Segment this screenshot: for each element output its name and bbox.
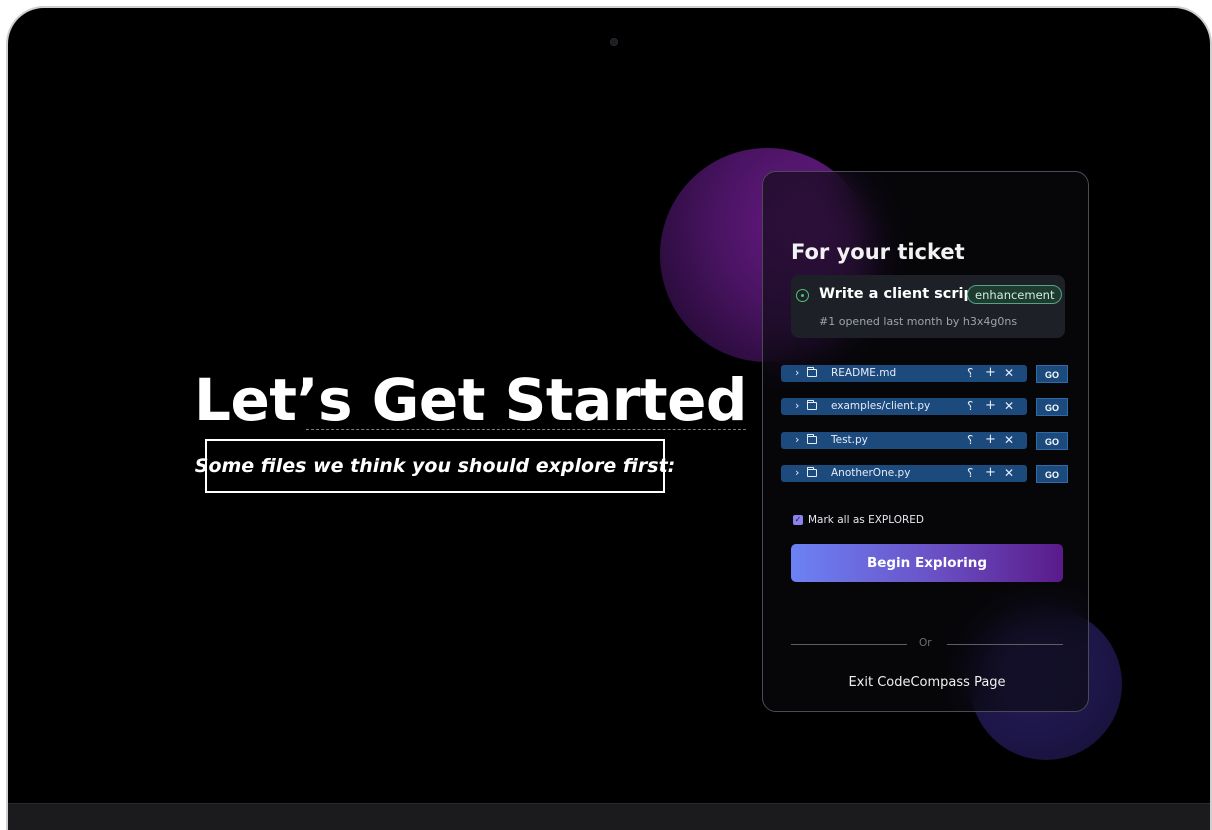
file-name: README.md xyxy=(831,367,897,379)
close-icon[interactable]: ✕ xyxy=(1004,432,1014,448)
file-name: Test.py xyxy=(831,434,868,446)
or-text: Or xyxy=(919,637,932,649)
ticket-card[interactable]: Write a client script enhancement #1 ope… xyxy=(791,275,1065,338)
panel-title: For your ticket xyxy=(791,240,965,264)
chevron-right-icon[interactable]: › xyxy=(795,433,799,446)
laptop-base xyxy=(8,803,1210,830)
exit-link[interactable]: Exit CodeCompass Page xyxy=(791,675,1063,690)
file-name: examples/client.py xyxy=(831,400,931,412)
go-button[interactable]: GO xyxy=(1036,398,1068,416)
title-divider xyxy=(306,429,746,430)
divider-line-left xyxy=(791,644,907,645)
divider-line-right xyxy=(947,644,1063,645)
chevron-right-icon[interactable]: › xyxy=(795,466,799,479)
undo-icon[interactable]: ⸮ xyxy=(967,465,973,481)
file-item[interactable]: › AnotherOne.py ⸮ + ✕ xyxy=(781,465,1027,482)
begin-exploring-button[interactable]: Begin Exploring xyxy=(791,544,1063,582)
folder-icon xyxy=(807,467,817,477)
file-item[interactable]: › examples/client.py ⸮ + ✕ xyxy=(781,398,1027,415)
undo-icon[interactable]: ⸮ xyxy=(967,398,973,414)
plus-icon[interactable]: + xyxy=(985,365,996,381)
ticket-panel: For your ticket Write a client script en… xyxy=(762,171,1089,712)
subtitle-text: Some files we think you should explore f… xyxy=(194,455,676,477)
undo-icon[interactable]: ⸮ xyxy=(967,432,973,448)
file-name: AnotherOne.py xyxy=(831,467,911,479)
close-icon[interactable]: ✕ xyxy=(1004,465,1014,481)
mark-all-checkbox[interactable]: ✓ xyxy=(793,515,803,525)
subtitle-box: Some files we think you should explore f… xyxy=(195,439,675,493)
go-button[interactable]: GO xyxy=(1036,365,1068,383)
file-item[interactable]: › README.md ⸮ + ✕ xyxy=(781,365,1027,382)
chevron-right-icon[interactable]: › xyxy=(795,366,799,379)
ticket-meta: #1 opened last month by h3x4g0ns xyxy=(819,315,1018,328)
close-icon[interactable]: ✕ xyxy=(1004,365,1014,381)
close-icon[interactable]: ✕ xyxy=(1004,398,1014,414)
chevron-right-icon[interactable]: › xyxy=(795,399,799,412)
folder-icon xyxy=(807,400,817,410)
folder-icon xyxy=(807,367,817,377)
ticket-title[interactable]: Write a client script xyxy=(819,286,981,302)
folder-icon xyxy=(807,434,817,444)
mark-all-label[interactable]: Mark all as EXPLORED xyxy=(808,514,924,526)
enhancement-label: enhancement xyxy=(967,285,1063,304)
undo-icon[interactable]: ⸮ xyxy=(967,365,973,381)
camera-dot xyxy=(610,38,618,46)
page-title: Let’s Get Started xyxy=(194,366,747,434)
go-button[interactable]: GO xyxy=(1036,465,1068,483)
issue-open-icon xyxy=(796,289,809,302)
plus-icon[interactable]: + xyxy=(985,432,996,448)
plus-icon[interactable]: + xyxy=(985,398,996,414)
or-divider: Or xyxy=(791,636,1063,652)
file-item[interactable]: › Test.py ⸮ + ✕ xyxy=(781,432,1027,449)
go-button[interactable]: GO xyxy=(1036,432,1068,450)
laptop-screen: Let’s Get Started Some files we think yo… xyxy=(6,6,1212,830)
plus-icon[interactable]: + xyxy=(985,465,996,481)
